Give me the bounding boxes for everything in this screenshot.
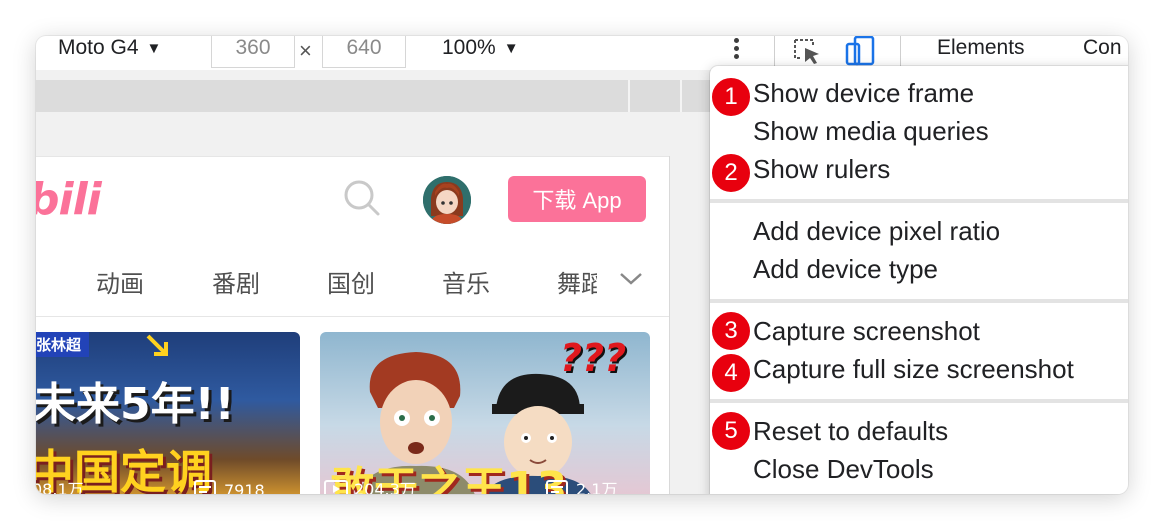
device-toolbar: Moto G4 ▼ 360 × 640 100% ▼ Elements Con bbox=[36, 36, 1128, 70]
menu-item-label: Reset to defaults bbox=[753, 416, 949, 446]
menu-item-label: Add device type bbox=[753, 254, 939, 284]
menu-item-label: Show rulers bbox=[753, 154, 891, 184]
emulated-viewport[interactable]: bili 下载 App 动画 番剧 国创 音乐 舞蹈 bbox=[36, 156, 670, 494]
tab-console[interactable]: Con bbox=[1083, 36, 1122, 60]
video-views: 08.1万 bbox=[36, 480, 84, 494]
comment-icon bbox=[194, 480, 216, 494]
toolbar-divider bbox=[774, 36, 775, 66]
viewport-border bbox=[36, 156, 669, 157]
menu-item-add-device-type[interactable]: Add device type bbox=[753, 254, 938, 285]
step-badge: 2 bbox=[710, 152, 752, 194]
width-input[interactable]: 360 bbox=[211, 36, 295, 68]
step-badge: 1 bbox=[710, 76, 752, 118]
menu-item-label: Show media queries bbox=[753, 116, 989, 146]
comment-icon bbox=[546, 480, 568, 494]
question-marks-overlay: ??? bbox=[560, 336, 627, 380]
nav-divider bbox=[36, 316, 669, 317]
nav-item-dance[interactable]: 舞蹈 bbox=[557, 264, 597, 299]
menu-item-add-device-pixel-ratio[interactable]: Add device pixel ratio bbox=[753, 216, 1000, 247]
step-badge: 5 bbox=[710, 410, 752, 452]
step-badge: 3 bbox=[710, 310, 752, 352]
menu-item-label: Capture full size screenshot bbox=[753, 354, 1074, 384]
device-toolbar-icon[interactable] bbox=[845, 36, 879, 66]
video-comments: 2.1万 bbox=[576, 480, 618, 494]
video-title-line1: 未来5年!! bbox=[36, 379, 235, 430]
video-card[interactable]: 张林超 未来5年!! 中国定调 08.1万 7918 bbox=[36, 332, 300, 494]
device-name: Moto G4 bbox=[58, 36, 139, 59]
nav-item-guochuang[interactable]: 国创 bbox=[327, 264, 375, 299]
device-select[interactable]: Moto G4 ▼ bbox=[58, 36, 161, 60]
menu-item-capture-screenshot[interactable]: 3 Capture screenshot bbox=[710, 310, 980, 352]
ruler-divider bbox=[680, 80, 682, 112]
video-comments: 7918 bbox=[224, 481, 265, 494]
menu-item-capture-full-size-screenshot[interactable]: 4 Capture full size screenshot bbox=[710, 352, 1074, 394]
menu-item-label: Add device pixel ratio bbox=[753, 216, 1001, 246]
arrow-icon bbox=[146, 334, 168, 356]
nav-item-music[interactable]: 音乐 bbox=[442, 264, 490, 299]
inspect-element-icon[interactable] bbox=[793, 38, 823, 66]
ruler-divider bbox=[628, 80, 630, 112]
video-uploader-tag: 张林超 bbox=[36, 332, 90, 357]
zoom-select[interactable]: 100% ▼ bbox=[442, 36, 519, 60]
nav-item-anime[interactable]: 动画 bbox=[96, 264, 144, 299]
chevron-down-icon[interactable] bbox=[618, 270, 644, 288]
zoom-value: 100% bbox=[442, 36, 496, 59]
menu-item-show-rulers[interactable]: 2 Show rulers bbox=[710, 152, 891, 194]
tab-elements[interactable]: Elements bbox=[937, 36, 1025, 60]
more-options-icon[interactable] bbox=[728, 36, 744, 66]
menu-item-close-devtools[interactable]: Close DevTools bbox=[753, 454, 934, 485]
menu-item-show-device-frame[interactable]: 1 Show device frame bbox=[710, 76, 975, 118]
menu-separator bbox=[710, 199, 1128, 203]
menu-separator bbox=[710, 399, 1128, 403]
height-input[interactable]: 640 bbox=[322, 36, 406, 68]
menu-item-label: Show device frame bbox=[753, 78, 975, 108]
video-views: 204.3万 bbox=[354, 480, 416, 494]
play-icon bbox=[324, 480, 348, 494]
menu-item-label: Close DevTools bbox=[753, 454, 934, 484]
menu-item-reset-to-defaults[interactable]: 5 Reset to defaults bbox=[710, 410, 949, 452]
toolbar-divider bbox=[900, 36, 901, 66]
menu-separator bbox=[710, 299, 1128, 303]
chevron-down-icon: ▼ bbox=[503, 39, 519, 57]
avatar[interactable] bbox=[423, 176, 471, 224]
menu-item-label: Capture screenshot bbox=[753, 316, 980, 346]
dimension-separator: × bbox=[299, 38, 312, 63]
search-icon[interactable] bbox=[342, 178, 382, 218]
device-toolbar-menu: 1 Show device frame Show media queries 2… bbox=[710, 66, 1128, 494]
devtools-window: Moto G4 ▼ 360 × 640 100% ▼ Elements Con … bbox=[36, 36, 1128, 494]
menu-item-show-media-queries[interactable]: Show media queries bbox=[753, 116, 989, 147]
chevron-down-icon: ▼ bbox=[146, 39, 162, 57]
bilibili-logo[interactable]: bili bbox=[36, 174, 102, 225]
step-badge: 4 bbox=[710, 352, 752, 394]
video-card[interactable]: ??? 敢于之王13 204.3万 2.1万 bbox=[320, 332, 650, 494]
download-app-button[interactable]: 下载 App bbox=[508, 176, 646, 222]
nav-item-bangumi[interactable]: 番剧 bbox=[212, 264, 260, 299]
